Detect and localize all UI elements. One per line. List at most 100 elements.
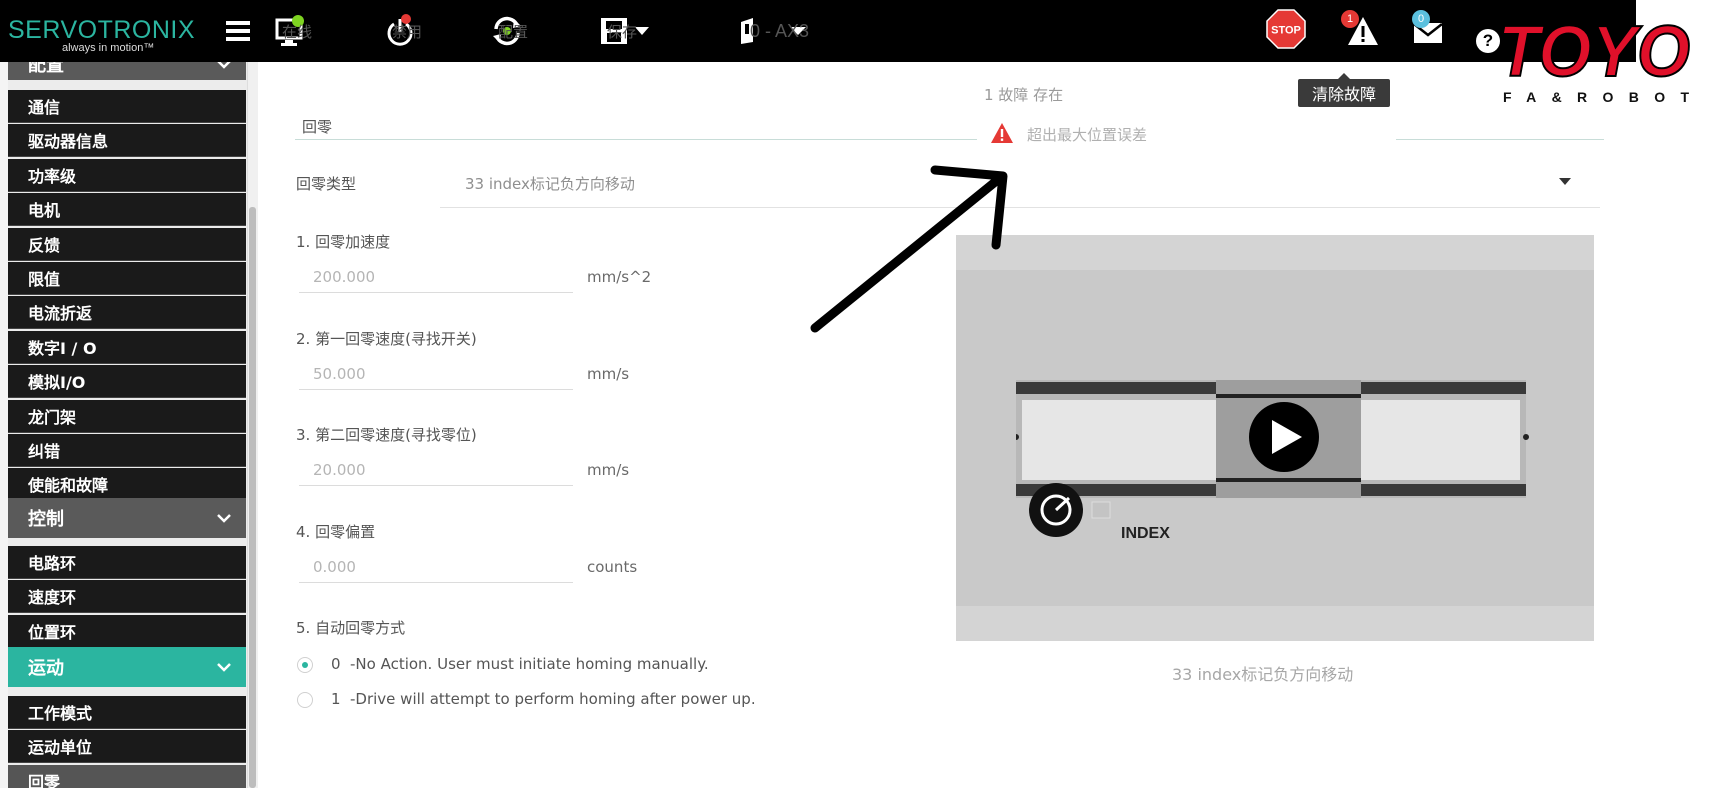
stop-button[interactable]: STOP <box>1266 9 1306 49</box>
sidebar-item[interactable]: 驱动器信息 <box>8 124 246 158</box>
radio-text[interactable]: -Drive will attempt to perform homing af… <box>350 690 756 708</box>
radio-value: 0 <box>331 655 341 673</box>
field-input[interactable]: 20.000 <box>299 454 573 486</box>
sidebar-item[interactable]: 电流折返 <box>8 296 246 330</box>
sidebar-item-label: 通信 <box>28 98 61 117</box>
section-divider <box>1396 139 1604 140</box>
save-button[interactable]: 保存 <box>599 14 651 48</box>
sidebar-item[interactable]: 使能和故障 <box>8 468 246 502</box>
stop-text: STOP <box>1271 25 1301 37</box>
radio-text[interactable]: -No Action. User must initiate homing ma… <box>350 655 709 673</box>
sidebar-item[interactable]: 速度环 <box>8 580 246 614</box>
homing-video-preview[interactable]: INDEX <box>956 235 1594 641</box>
sidebar-item[interactable]: 通信 <box>8 90 246 123</box>
top-toolbar: SERVOTRONIX always in motion™ 在线 禁用 配置 保… <box>0 0 1636 62</box>
sidebar-scrollbar-thumb[interactable] <box>249 207 256 788</box>
sidebar-item[interactable]: 工作模式 <box>8 696 246 729</box>
homing-type-label: 回零类型 <box>296 175 357 193</box>
chevron-down-icon <box>217 62 231 69</box>
toyo-logo-text: TOYO <box>1498 16 1690 92</box>
menu-button[interactable] <box>224 14 252 48</box>
config-button[interactable]: 配置 <box>490 14 528 48</box>
fault-count-text: 1 故障 存在 <box>984 86 1064 104</box>
sidebar-edge <box>0 62 8 788</box>
section-title: 回零 <box>302 118 333 136</box>
sidebar-item-label: 电路环 <box>28 554 77 573</box>
sidebar-item-label: 驱动器信息 <box>28 132 109 152</box>
field-label: 2. 第一回零速度(寻找开关) <box>296 330 477 348</box>
save-label: 保存 <box>607 22 638 41</box>
sidebar-item[interactable]: 回零 <box>8 764 246 788</box>
servotronix-logo: SERVOTRONIX always in motion™ <box>8 16 196 55</box>
sidebar-item[interactable]: 电机 <box>8 193 246 227</box>
sidebar-item-label: 工作模式 <box>28 704 93 723</box>
auto-homing-label: 5. 自动回零方式 <box>296 619 406 637</box>
sidebar-item-label: 速度环 <box>28 588 77 608</box>
field-unit: mm/s <box>587 461 630 479</box>
fault-warning-icon <box>991 123 1013 143</box>
sidebar-item[interactable]: 模拟I/O <box>8 365 246 399</box>
sidebar-item-label: 纠错 <box>28 442 61 461</box>
sidebar-item[interactable]: 位置环 <box>8 614 246 648</box>
section-divider <box>295 139 977 140</box>
toyo-logo: TOYO FA&ROBOT <box>1497 16 1691 105</box>
clear-fault-tooltip: 清除故障 <box>1298 73 1390 107</box>
brand-tagline: always in motion™ <box>62 42 155 54</box>
sidebar: 配置 通信驱动器信息功率级电机反馈限值电流折返数字I / O 模拟I/O 龙门架纠错… <box>0 62 258 788</box>
sidebar-item[interactable]: 限值 <box>8 262 246 295</box>
message-badge: 0 <box>1412 10 1430 28</box>
sidebar-item-label: 模拟I/O <box>28 373 86 393</box>
sidebar-item-label: 使能和故障 <box>28 476 109 496</box>
sidebar-header-label: 运动 <box>28 658 64 679</box>
field-label: 3. 第二回零速度(寻找零位) <box>296 426 477 444</box>
sidebar-header-motion[interactable]: 运动 <box>8 647 246 687</box>
dropdown-caret-icon[interactable] <box>1559 178 1571 185</box>
sidebar-header-config[interactable]: 配置 <box>8 62 246 80</box>
field-input[interactable]: 50.000 <box>299 358 573 390</box>
sidebar-item[interactable]: 纠错 <box>8 434 246 467</box>
online-label: 在线 <box>282 22 313 41</box>
sidebar-item-label: 数字I / O <box>28 338 97 358</box>
sidebar-item[interactable]: 电路环 <box>8 546 246 579</box>
auto-homing-radio[interactable] <box>297 692 313 708</box>
sidebar-item-label: 回零 <box>28 772 61 788</box>
field-label: 1. 回零加速度 <box>296 233 391 251</box>
sidebar-item[interactable]: 龙门架 <box>8 399 246 433</box>
axis-selector[interactable]: 0 - AX3 <box>738 14 810 48</box>
sidebar-item-label: 电机 <box>28 201 61 221</box>
fault-button[interactable]: 1 <box>1341 10 1381 45</box>
field-label: 4. 回零偏置 <box>296 523 376 541</box>
sidebar-item-label: 限值 <box>28 270 61 289</box>
axis-label: 0 - AX3 <box>750 20 810 41</box>
chevron-down-icon <box>217 663 231 672</box>
field-input[interactable]: 0.000 <box>299 551 573 583</box>
index-label: INDEX <box>1121 525 1170 542</box>
disable-label: 禁用 <box>392 22 423 41</box>
annotation-arrow <box>810 165 1008 333</box>
chevron-down-icon <box>217 514 231 523</box>
sidebar-item[interactable]: 反馈 <box>8 227 246 261</box>
sidebar-item[interactable]: 运动单位 <box>8 730 246 764</box>
sidebar-item[interactable]: 功率级 <box>8 158 246 192</box>
sidebar-item-label: 位置环 <box>28 622 77 642</box>
sidebar-item-label: 龙门架 <box>28 407 77 427</box>
fault-message[interactable]: 超出最大位置误差 <box>1027 124 1147 145</box>
video-caption: 33 index标记负方向移动 <box>1172 665 1354 684</box>
config-label: 配置 <box>498 22 529 41</box>
homing-type-underline <box>440 207 1600 208</box>
disable-button[interactable]: 禁用 <box>384 14 422 48</box>
sidebar-header-label: 控制 <box>28 509 64 530</box>
field-input[interactable]: 200.000 <box>299 261 573 293</box>
stop-sign-icon: STOP <box>1266 9 1306 49</box>
field-unit: counts <box>587 558 638 576</box>
sidebar-item[interactable]: 数字I / O <box>8 330 246 364</box>
field-unit: mm/s^2 <box>587 268 652 286</box>
sidebar-header-control[interactable]: 控制 <box>8 498 246 538</box>
messages-button[interactable]: 0 <box>1412 10 1444 44</box>
homing-type-select[interactable]: 33 index标记负方向移动 <box>465 173 635 194</box>
fault-badge: 1 <box>1341 10 1359 28</box>
brand-name: SERVOTRONIX <box>8 16 196 44</box>
online-button[interactable]: 在线 <box>274 14 312 48</box>
auto-homing-radio[interactable] <box>297 657 313 673</box>
sidebar-item-label: 功率级 <box>28 166 77 186</box>
